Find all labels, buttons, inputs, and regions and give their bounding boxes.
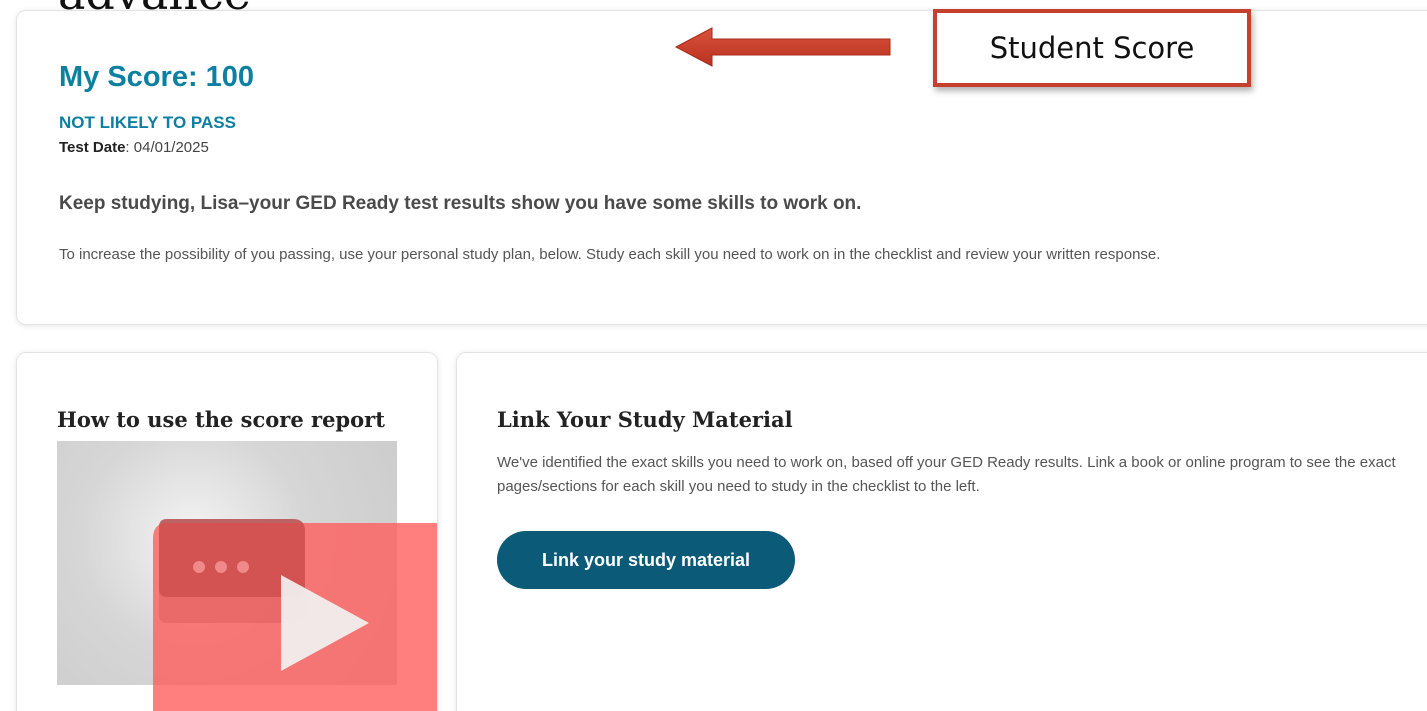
link-study-material-button[interactable]: Link your study material — [497, 531, 795, 589]
annotation-arrow-icon — [674, 27, 891, 67]
annotation-callout-box: Student Score — [933, 9, 1251, 87]
result-message-body: To increase the possibility of you passi… — [59, 246, 1161, 263]
play-icon[interactable] — [17, 353, 438, 711]
score-title: My Score: 100 — [59, 61, 255, 93]
annotation-label: Student Score — [989, 31, 1195, 65]
test-date-label: Test Date — [59, 139, 126, 156]
test-date: Test Date: 04/01/2025 — [59, 139, 209, 156]
study-material-card: Link Your Study Material We've identifie… — [456, 352, 1427, 711]
study-material-title: Link Your Study Material — [497, 407, 793, 432]
study-material-description: We've identified the exact skills you ne… — [497, 454, 1396, 495]
pass-status-label: NOT LIKELY TO PASS — [59, 113, 236, 132]
result-message-heading: Keep studying, Lisa–your GED Ready test … — [59, 193, 862, 214]
test-date-value: : 04/01/2025 — [125, 139, 209, 156]
score-report-page: advance My Score: 100 NOT LIKELY TO PASS… — [0, 0, 1427, 711]
video-card: How to use the score report — [16, 352, 438, 711]
